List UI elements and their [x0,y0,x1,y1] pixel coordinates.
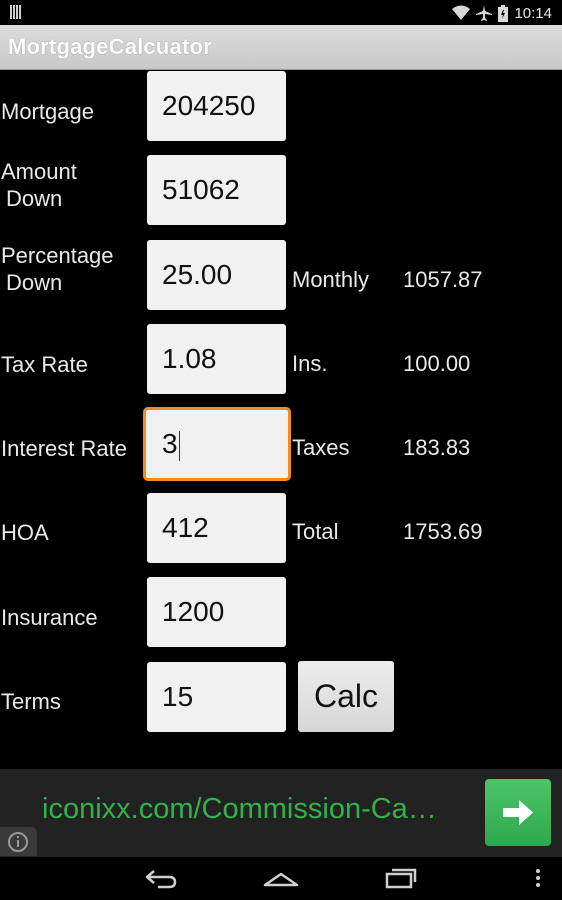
wifi-icon [452,5,471,20]
ad-link-text[interactable]: iconixx.com/Commission-Ca… [42,793,437,826]
app-title-bar: MortgageCalcuator [0,25,562,70]
ad-info-button[interactable] [0,827,37,856]
percentage-down-input[interactable]: 25.00 [147,240,286,310]
percentage-down-label: Percentage Down [1,242,114,296]
hoa-input[interactable]: 412 [147,493,286,563]
home-icon[interactable] [262,865,300,891]
amount-down-label: Amount Down [1,158,77,212]
amount-down-label-line2: Down [6,186,63,211]
total-value: 1753.69 [403,519,483,544]
monthly-value: 1057.87 [403,267,483,292]
percentage-down-label-line2: Down [6,270,63,295]
ad-go-button[interactable] [485,779,551,846]
calc-button[interactable]: Calc [298,661,394,732]
ins-label: Ins. [292,351,328,376]
mortgage-input[interactable]: 204250 [147,71,286,141]
arrow-right-icon [503,800,533,825]
taxes-label: Taxes [292,435,350,460]
insurance-label: Insurance [1,605,98,630]
tax-rate-label: Tax Rate [1,352,88,377]
menu-icon[interactable] [530,865,546,891]
terms-input[interactable]: 15 [147,662,286,732]
back-icon[interactable] [144,865,178,891]
interest-rate-input[interactable]: 3 [143,407,291,481]
percentage-down-label-line1: Percentage [1,243,114,268]
amount-down-label-line1: Amount [1,159,77,184]
monthly-label: Monthly [292,267,370,292]
mortgage-label: Mortgage [1,99,94,124]
recent-apps-icon[interactable] [383,865,419,891]
insurance-input[interactable]: 1200 [147,577,286,647]
ins-value: 100.00 [403,351,471,376]
interest-rate-value: 3 [162,428,178,459]
navigation-bar [0,857,562,900]
status-bar: 10:14 [0,0,562,25]
total-label: Total [292,519,339,544]
hoa-label: HOA [1,520,49,545]
interest-rate-label: Interest Rate [1,436,127,461]
terms-label: Terms [1,689,61,714]
info-icon [8,832,28,852]
ad-banner[interactable]: iconixx.com/Commission-Ca… [0,769,562,857]
battery-icon [498,4,509,22]
signal-icon [10,5,22,19]
text-cursor [178,430,180,461]
airplane-icon [476,5,493,21]
amount-down-input[interactable]: 51062 [147,155,286,225]
tax-rate-input[interactable]: 1.08 [147,324,286,394]
taxes-value: 183.83 [403,435,471,460]
clock: 10:14 [514,4,552,22]
app-title: MortgageCalcuator [8,34,212,59]
